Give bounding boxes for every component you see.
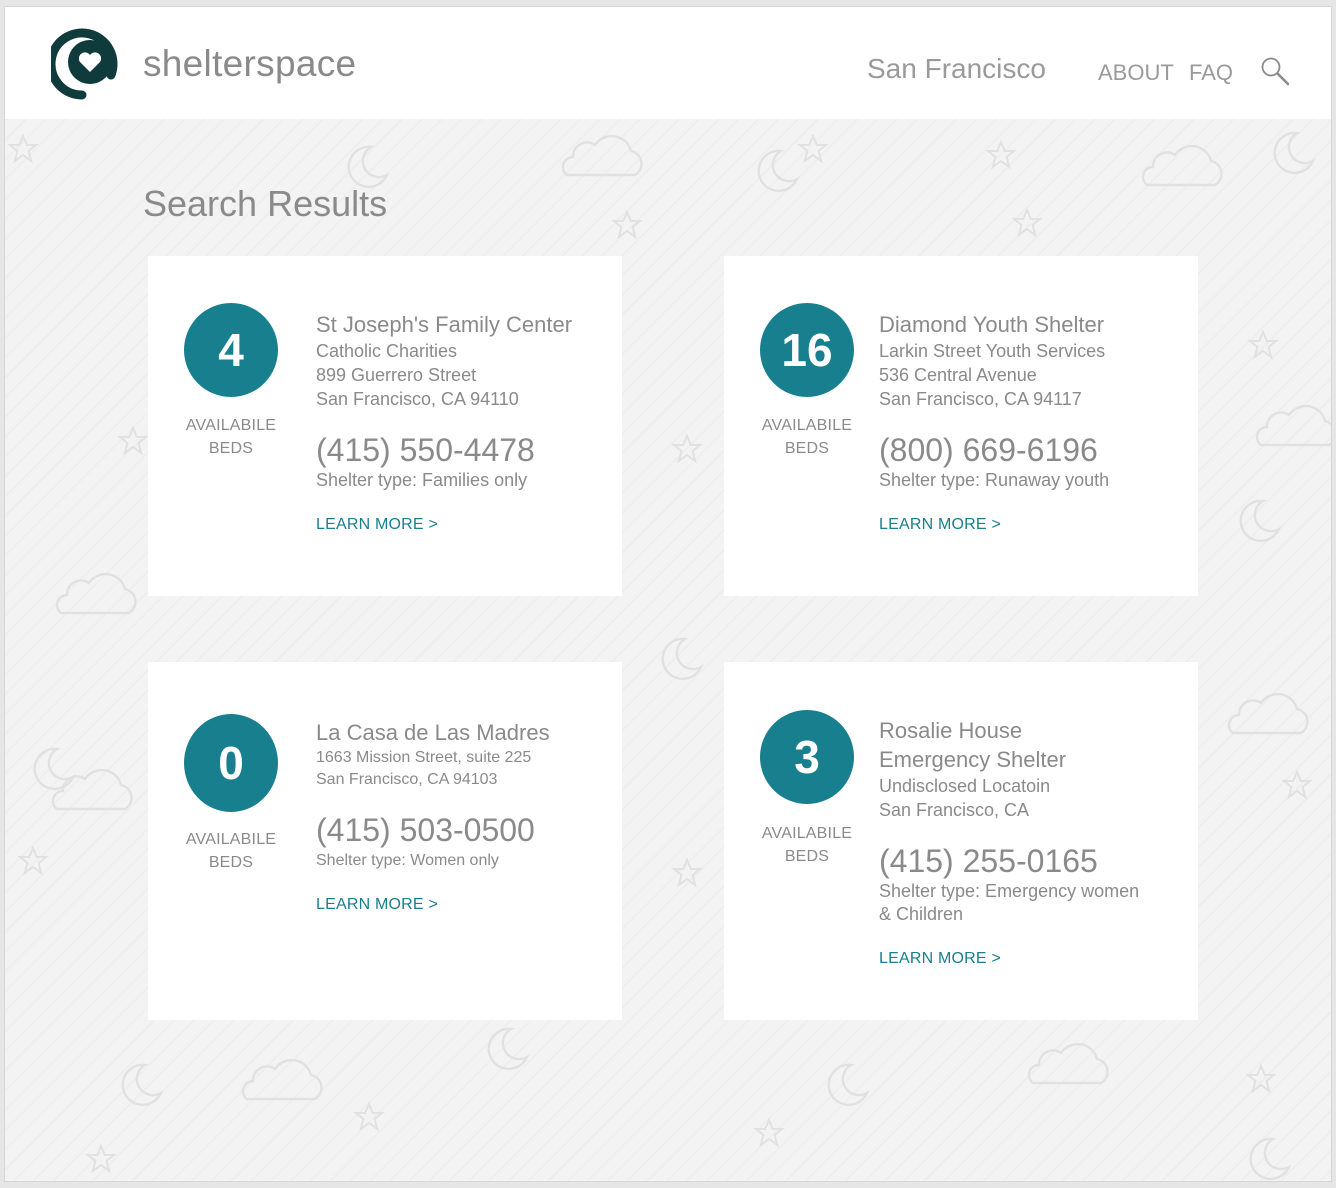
shelter-info: La Casa de Las Madres 1663 Mission Stree… [316,718,606,914]
available-beds-caption: AVAILABILE BEDS [744,822,870,868]
magnifier-icon[interactable] [1259,55,1291,87]
shelter-type: Shelter type: Runaway youth [879,470,1110,490]
shelter-type-line: & Children [879,904,964,924]
available-beds-badge: 3 [760,710,854,804]
available-beds-caption: AVAILABILE BEDS [168,414,294,460]
shelter-card: 3 AVAILABILE BEDS Rosalie House Emergenc… [724,662,1198,1020]
shelter-type: Shelter type: Families only [316,470,528,490]
nav-faq-link[interactable]: FAQ [1189,60,1233,86]
shelter-name: St Joseph's Family Center [316,312,573,337]
shelter-address: 536 Central Avenue [879,365,1037,385]
shelter-phone[interactable]: (415) 255-0165 [879,842,1169,880]
shelter-name-line: Emergency Shelter [879,747,1067,772]
available-beds-badge: 16 [760,303,854,397]
shelter-city: San Francisco, CA 94103 [316,771,498,788]
heart-location-icon[interactable] [51,25,129,103]
available-beds-caption: AVAILABILE BEDS [744,414,870,460]
shelter-info: St Joseph's Family Center Catholic Chari… [316,310,606,534]
shelter-card: 16 AVAILABILE BEDS Diamond Youth Shelter… [724,256,1198,596]
available-beds-caption-line: AVAILABILE [185,831,277,848]
available-beds-caption-line: AVAILABILE [761,825,853,842]
app-frame: shelterspace San Francisco ABOUT FAQ Sea… [4,6,1332,1182]
page-title: Search Results [143,183,388,224]
available-beds-caption-line: AVAILABILE [761,417,853,434]
shelter-address: Undisclosed Locatoin [879,776,1051,796]
learn-more-link[interactable]: LEARN MORE > [879,950,1001,968]
shelter-name: Diamond Youth Shelter [879,312,1105,337]
available-beds-caption-line: BEDS [784,848,830,865]
shelter-type: Shelter type: Women only [316,852,499,869]
shelter-card: 4 AVAILABILE BEDS St Joseph's Family Cen… [148,256,622,596]
available-beds-caption-line: BEDS [208,440,254,457]
available-beds-badge: 4 [184,303,278,397]
available-beds-caption-line: AVAILABILE [185,417,277,434]
learn-more-link[interactable]: LEARN MORE > [879,516,1001,534]
shelter-info: Rosalie House Emergency Shelter Undisclo… [879,716,1169,968]
shelter-name: La Casa de Las Madres [316,720,550,745]
shelter-city: San Francisco, CA 94117 [879,389,1082,409]
available-beds-badge: 0 [184,714,278,812]
shelter-address: 899 Guerrero Street [316,365,477,385]
available-beds-caption: AVAILABILE BEDS [168,828,294,874]
shelter-info: Diamond Youth Shelter Larkin Street Yout… [879,310,1169,534]
shelter-card: 0 AVAILABILE BEDS La Casa de Las Madres … [148,662,622,1020]
nav-about-link[interactable]: ABOUT [1098,60,1174,86]
shelter-type-line: Shelter type: Emergency women [879,881,1140,901]
learn-more-link[interactable]: LEARN MORE > [316,896,438,914]
city-selector[interactable]: San Francisco [867,53,1046,85]
learn-more-link[interactable]: LEARN MORE > [316,516,438,534]
shelter-phone[interactable]: (415) 503-0500 [316,811,606,849]
shelter-address: 1663 Mission Street, suite 225 [316,749,532,766]
shelter-phone[interactable]: (800) 669-6196 [879,431,1169,469]
shelter-city: San Francisco, CA 94110 [316,389,519,409]
available-beds-caption-line: BEDS [784,440,830,457]
shelter-phone[interactable]: (415) 550-4478 [316,431,606,469]
brand-name[interactable]: shelterspace [143,43,356,85]
shelter-city: San Francisco, CA [879,800,1030,820]
shelter-name-line: Rosalie House [879,718,1023,743]
shelter-org: Larkin Street Youth Services [879,341,1106,361]
available-beds-caption-line: BEDS [208,854,254,871]
shelter-org: Catholic Charities [316,341,458,361]
header: shelterspace San Francisco ABOUT FAQ [5,7,1331,119]
